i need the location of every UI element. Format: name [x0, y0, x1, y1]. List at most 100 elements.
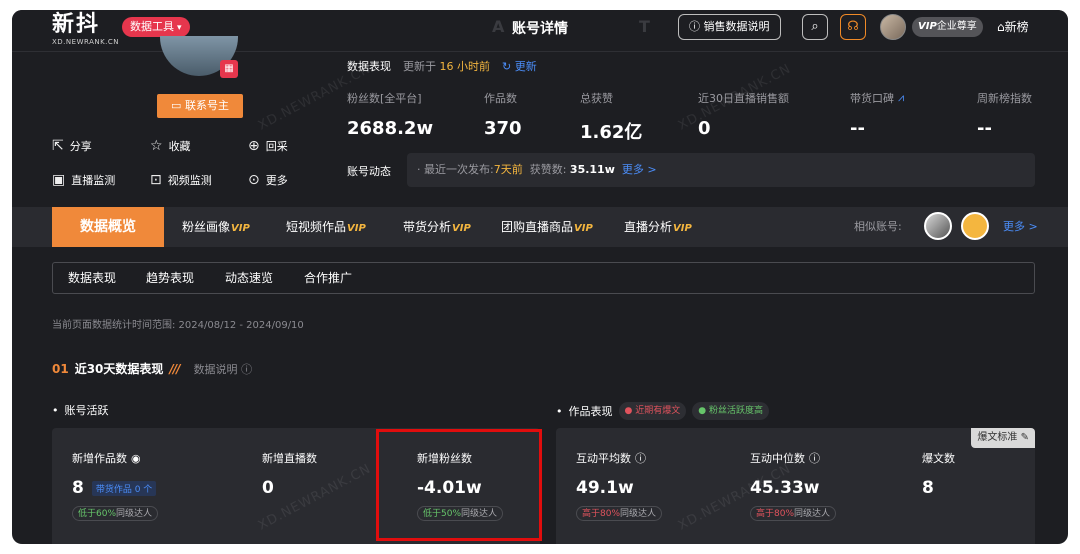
- live-monitor-label: 直播监测: [71, 174, 116, 187]
- metric-label-row: 新增作品数 ◉: [72, 450, 158, 466]
- benchmark-suffix: 同级达人: [794, 509, 831, 519]
- question-circle-icon: ⓘ: [241, 362, 253, 376]
- metric-label: 互动中位数: [750, 452, 805, 465]
- subtab-cooperation[interactable]: 合作推广: [304, 263, 352, 293]
- question-circle-icon: ⓘ: [689, 20, 700, 33]
- subtab-trend[interactable]: 趋势表现: [146, 263, 194, 293]
- stat-weekly-index: 周新榜指数 --: [977, 90, 1032, 139]
- share-action[interactable]: ⇱ 分享: [52, 138, 92, 154]
- arrow-in-icon: ⊕: [248, 138, 260, 154]
- dynamics-more-link[interactable]: 更多 >: [622, 163, 657, 176]
- similar-accounts-label: 相似账号:: [854, 220, 902, 233]
- collect-action[interactable]: ⊕ 回采: [248, 138, 288, 154]
- data-tools-dropdown[interactable]: 数据工具 ▾: [122, 17, 190, 37]
- vip-tag: VIP: [347, 223, 366, 234]
- metric-value-row: 8 带货作品 0 个: [72, 478, 158, 498]
- data-explain-label: 数据说明: [193, 362, 238, 376]
- tab-group-live-goods[interactable]: 团购直播商品VIP: [501, 207, 593, 247]
- viral-standard-button[interactable]: 爆文标准 ✎: [971, 428, 1035, 448]
- line-chart-icon[interactable]: ⩘: [898, 91, 904, 105]
- monitor-chart-icon: ⊡: [150, 172, 162, 188]
- works-performance-title: 作品表现: [568, 405, 613, 418]
- logo-domain: XD.NEWRANK.CN: [52, 38, 120, 46]
- works-performance-header: • 作品表现 ● 近期有爆文 ● 粉丝活跃度高: [556, 402, 769, 420]
- account-activity-title: 账号活跃: [64, 404, 109, 417]
- favorite-action[interactable]: ☆ 收藏: [150, 138, 191, 154]
- likes-prefix: 获赞数:: [529, 163, 567, 176]
- message-icon: ▭: [171, 99, 182, 112]
- vip-tag: VIP: [574, 223, 593, 234]
- metric-value: 49.1w: [576, 478, 634, 498]
- vip-tag: VIP: [231, 223, 250, 234]
- stat-label: 带货口碑: [850, 92, 894, 105]
- section-title-text: 近30天数据表现: [74, 362, 164, 376]
- metric-new-works: 新增作品数 ◉ 8 带货作品 0 个 低于60%同级达人: [72, 450, 159, 521]
- stat-value: 2688.2w: [347, 118, 434, 139]
- tab-overview[interactable]: 数据概览: [52, 207, 164, 247]
- stat-likes: 总获赞 1.62亿: [580, 90, 642, 144]
- eye-icon[interactable]: ◉: [131, 452, 141, 465]
- qr-code-icon[interactable]: ▦: [220, 60, 238, 78]
- sales-data-explain-button[interactable]: ⓘ 销售数据说明: [678, 14, 781, 40]
- metric-interaction-avg: 互动平均数 ⓘ 49.1w 高于80%同级达人: [576, 450, 663, 521]
- tab-label: 带货分析: [403, 220, 452, 234]
- more-action[interactable]: ⊙ 更多: [248, 172, 288, 188]
- page-title: 账号详情: [512, 21, 568, 37]
- newrank-home-link[interactable]: ⌂新榜: [997, 18, 1029, 35]
- benchmark-pill: 高于80%同级达人: [576, 506, 663, 521]
- contact-owner-button[interactable]: ▭ 联系号主: [157, 94, 243, 118]
- last-post-value: 7天前: [493, 163, 523, 176]
- question-circle-icon[interactable]: ⓘ: [635, 450, 646, 466]
- tab-sales-analysis[interactable]: 带货分析VIP: [403, 207, 471, 247]
- viral-standard-label: 爆文标准: [977, 432, 1018, 443]
- stat-value: --: [977, 118, 992, 139]
- logo[interactable]: 新抖 XD.NEWRANK.CN: [52, 14, 120, 47]
- contact-owner-label: 联系号主: [184, 99, 229, 112]
- fire-icon: ●: [624, 406, 633, 416]
- favorite-label: 收藏: [168, 140, 191, 153]
- live-monitor-action[interactable]: ▣ 直播监测: [52, 172, 115, 188]
- metric-label-row: 互动中位数 ⓘ: [750, 450, 836, 466]
- tab-short-video[interactable]: 短视频作品VIP: [286, 207, 366, 247]
- subtab-performance[interactable]: 数据表现: [68, 263, 116, 293]
- benchmark-suffix: 同级达人: [116, 509, 153, 519]
- hot-article-label: 近期有爆文: [635, 406, 681, 416]
- similar-more-link[interactable]: 更多 >: [1003, 207, 1038, 247]
- search-icon: ⌕: [811, 19, 819, 34]
- star-icon: ☆: [150, 138, 163, 154]
- refresh-link[interactable]: ↻ 更新: [502, 58, 537, 74]
- account-activity-header: • 账号活跃: [52, 402, 109, 418]
- more-label: 更多: [265, 174, 288, 187]
- benchmark-pill: 高于80%同级达人: [750, 506, 837, 521]
- support-button[interactable]: ☊: [840, 14, 866, 40]
- similar-account-avatar[interactable]: [924, 212, 952, 240]
- tab-live-analysis[interactable]: 直播分析VIP: [624, 207, 692, 247]
- data-explain-link[interactable]: 数据说明 ⓘ: [194, 361, 253, 377]
- stat-value: --: [850, 118, 865, 139]
- home-icon: ⌂: [997, 20, 1005, 34]
- section-title: 01 近30天数据表现 /// 数据说明 ⓘ: [52, 360, 252, 377]
- benchmark-value: 低于60%: [78, 509, 117, 519]
- tab-fan-profile[interactable]: 粉丝画像VIP: [182, 207, 250, 247]
- stat-label: 总获赞: [580, 92, 613, 105]
- similar-account-avatar[interactable]: [961, 212, 989, 240]
- stat-value: 1.62亿: [580, 122, 643, 143]
- section-number: 01: [52, 361, 69, 376]
- video-monitor-action[interactable]: ⊡ 视频监测: [150, 172, 212, 188]
- video-monitor-label: 视频监测: [167, 174, 212, 187]
- subtab-dynamics[interactable]: 动态速览: [225, 263, 273, 293]
- sales-data-explain-label: 销售数据说明: [703, 20, 770, 33]
- user-avatar[interactable]: [880, 14, 906, 40]
- metric-label: 新增直播数: [262, 452, 317, 465]
- question-circle-icon[interactable]: ⓘ: [809, 450, 820, 466]
- annotation-highlight-box: [376, 429, 542, 541]
- metric-label-row: 互动平均数 ⓘ: [576, 450, 662, 466]
- stat-label-row: 带货口碑 ⩘: [850, 90, 904, 106]
- collect-label: 回采: [265, 140, 288, 153]
- benchmark-pill: 低于60%同级达人: [72, 506, 159, 521]
- data-tools-label: 数据工具: [130, 20, 174, 33]
- metric-label: 互动平均数: [576, 452, 631, 465]
- fan-active-tag: ● 粉丝活跃度高: [692, 402, 769, 420]
- vip-badge[interactable]: VIP企业尊享: [912, 17, 983, 37]
- search-button[interactable]: ⌕: [802, 14, 828, 40]
